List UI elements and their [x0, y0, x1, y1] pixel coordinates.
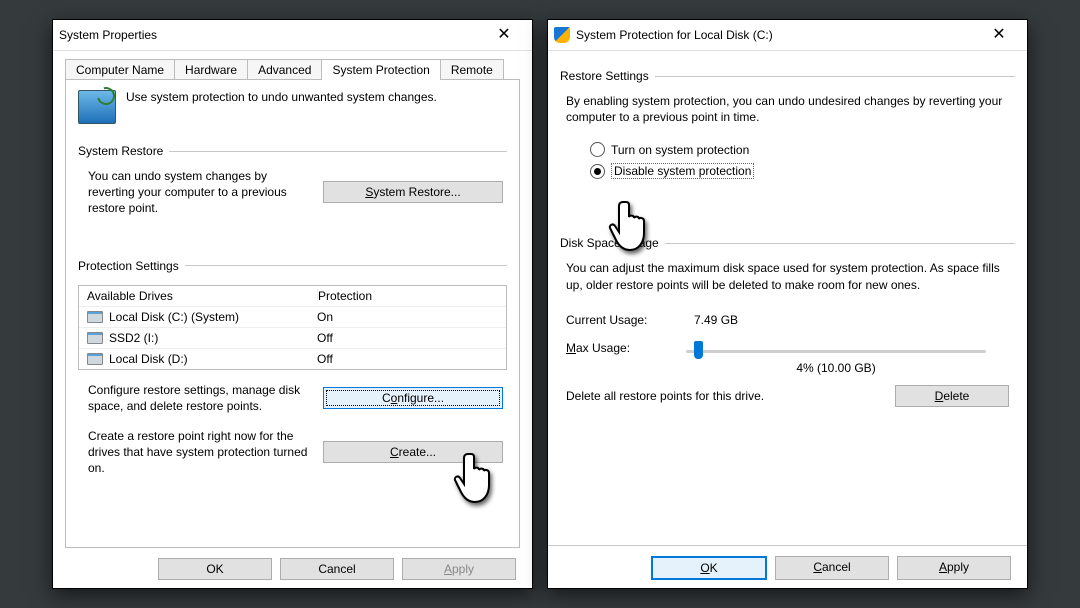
- group-disk-space: Disk Space Usage: [560, 236, 659, 250]
- radio-label: Turn on system protection: [611, 143, 749, 157]
- disk-space-desc: You can adjust the maximum disk space us…: [566, 260, 1013, 292]
- system-properties-window: System Properties ✕ Computer Name Hardwa…: [52, 19, 533, 589]
- tab-computer-name[interactable]: Computer Name: [65, 59, 175, 80]
- current-usage-value: 7.49 GB: [694, 313, 738, 327]
- group-protection-settings: Protection Settings: [78, 259, 179, 273]
- group-restore-settings: Restore Settings: [560, 69, 649, 83]
- radio-icon: [590, 142, 605, 157]
- titlebar[interactable]: System Properties ✕: [53, 20, 532, 51]
- configure-desc: Configure restore settings, manage disk …: [88, 382, 313, 414]
- cancel-button[interactable]: Cancel: [775, 556, 889, 580]
- window-title: System Protection for Local Disk (C:): [576, 28, 977, 42]
- titlebar[interactable]: System Protection for Local Disk (C:) ✕: [548, 20, 1027, 51]
- radio-label: Disable system protection: [611, 163, 754, 179]
- table-row[interactable]: Local Disk (D:) Off: [79, 349, 506, 369]
- col-protection: Protection: [318, 289, 498, 303]
- tabs: Computer Name Hardware Advanced System P…: [65, 59, 520, 80]
- drive-icon: [87, 311, 103, 323]
- system-protection-config-window: System Protection for Local Disk (C:) ✕ …: [547, 19, 1028, 589]
- group-system-restore: System Restore: [78, 144, 163, 158]
- shield-icon: [554, 27, 570, 43]
- drives-table: Available Drives Protection Local Disk (…: [78, 285, 507, 370]
- radio-turn-on[interactable]: Turn on system protection: [590, 142, 1015, 157]
- delete-button[interactable]: Delete: [895, 385, 1009, 407]
- delete-desc: Delete all restore points for this drive…: [566, 389, 895, 403]
- apply-button[interactable]: Apply: [402, 558, 516, 580]
- tab-advanced[interactable]: Advanced: [247, 59, 322, 80]
- restore-desc: You can undo system changes by reverting…: [88, 168, 313, 217]
- tab-system-protection[interactable]: System Protection: [321, 59, 440, 80]
- configure-button[interactable]: Configure...: [323, 387, 503, 409]
- col-available-drives: Available Drives: [87, 289, 318, 303]
- table-row[interactable]: SSD2 (I:) Off: [79, 328, 506, 349]
- max-usage-label: Max Usage:: [566, 341, 666, 355]
- restore-settings-desc: By enabling system protection, you can u…: [566, 93, 1013, 125]
- current-usage-label: Current Usage:: [566, 313, 666, 327]
- tab-remote[interactable]: Remote: [440, 59, 504, 80]
- window-title: System Properties: [59, 28, 482, 42]
- cancel-button[interactable]: Cancel: [280, 558, 394, 580]
- drive-icon: [87, 353, 103, 365]
- ok-button[interactable]: OK: [158, 558, 272, 580]
- max-usage-value: 4% (10.00 GB): [686, 361, 986, 375]
- max-usage-slider[interactable]: [686, 341, 986, 361]
- create-desc: Create a restore point right now for the…: [88, 428, 313, 477]
- tab-hardware[interactable]: Hardware: [174, 59, 248, 80]
- ok-button[interactable]: OK: [651, 556, 767, 580]
- table-row[interactable]: Local Disk (C:) (System) On: [79, 307, 506, 328]
- close-icon[interactable]: ✕: [482, 24, 526, 46]
- radio-disable[interactable]: Disable system protection: [590, 163, 1015, 179]
- close-icon[interactable]: ✕: [977, 24, 1021, 46]
- system-restore-button[interactable]: System Restore...: [323, 181, 503, 203]
- system-protection-icon: [78, 90, 116, 124]
- drive-icon: [87, 332, 103, 344]
- radio-icon: [590, 164, 605, 179]
- tab-page: Use system protection to undo unwanted s…: [65, 79, 520, 548]
- apply-button[interactable]: Apply: [897, 556, 1011, 580]
- intro-text: Use system protection to undo unwanted s…: [126, 90, 437, 104]
- create-button[interactable]: Create...: [323, 441, 503, 463]
